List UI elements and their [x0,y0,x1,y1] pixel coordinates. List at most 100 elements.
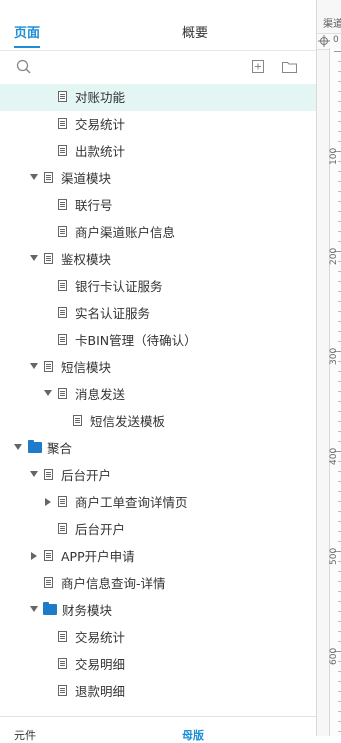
tab-outline-label: 概要 [182,26,209,41]
canvas-ruler: 渠道 0 100 200 300 400 500 600 [317,0,341,736]
tree-item[interactable]: 商户渠道账户信息 [0,219,316,246]
ruler-origin: 0 [333,35,339,45]
tree-item[interactable]: 聚合 [0,435,316,462]
tree-item[interactable]: 对账功能 [0,84,316,111]
tree-item[interactable]: 卡BIN管理（待确认） [0,327,316,354]
tree-item-label: 出款统计 [75,144,126,159]
tree-item-label: 短信模块 [61,360,112,375]
tree-item-label: 消息发送 [75,387,126,402]
collapse-arrow-icon[interactable] [14,444,22,450]
tree-item[interactable]: 财务模块 [0,597,316,624]
tree-item-label: 实名认证服务 [75,306,151,321]
tree-item-label: 交易统计 [75,630,126,645]
ruler-number: 500 [329,547,339,565]
canvas-tab-title[interactable]: 渠道 [317,15,341,32]
tree-item[interactable]: APP开户申请 [0,543,316,570]
expand-arrow-icon[interactable] [31,552,37,560]
tree-item[interactable]: 交易统计 [0,624,316,651]
widgets-tab[interactable]: 元件 [14,727,36,743]
tree-item[interactable]: 出款统计 [0,138,316,165]
page-icon [58,226,67,237]
tree-item[interactable]: 渠道模块 [0,165,316,192]
tree-item[interactable]: 后台开户 [0,516,316,543]
page-icon [58,307,67,318]
page-icon [58,658,67,669]
tree-item-label: APP开户申请 [61,549,135,564]
masters-tab[interactable]: 母版 [182,727,204,743]
tree-item-label: 鉴权模块 [61,252,112,267]
tree-item[interactable]: 鉴权模块 [0,246,316,273]
collapse-arrow-icon[interactable] [30,606,38,612]
tree-item-label: 对账功能 [75,90,126,105]
page-icon [58,199,67,210]
tree-item[interactable]: 交易统计 [0,111,316,138]
collapse-arrow-icon[interactable] [30,255,38,261]
bottom-tabs: 元件 母版 [0,716,316,742]
page-icon [44,550,53,561]
page-icon [44,577,53,588]
tree-item[interactable]: 银行卡认证服务 [0,273,316,300]
tree-item-label: 交易明细 [75,657,126,672]
tree-item-label: 商户渠道账户信息 [75,225,176,240]
ruler-number: 600 [329,647,339,665]
page-icon [58,631,67,642]
page-icon [58,91,67,102]
tree-item-label: 卡BIN管理（待确认） [75,333,197,348]
page-icon [58,523,67,534]
tree-item[interactable]: 交易明细 [0,651,316,678]
page-icon [73,415,82,426]
tree-item[interactable]: 商户信息查询-详情 [0,570,316,597]
tree-item[interactable]: 消息发送 [0,381,316,408]
pages-panel: 页面 概要 对账功能 交易统计 出款统计 渠道模块 联行号 商户渠道账户信息 鉴权模块 银行卡… [0,0,316,742]
page-icon [58,334,67,345]
page-icon [58,685,67,696]
tree-item-label: 短信发送模板 [90,414,166,429]
collapse-arrow-icon[interactable] [30,471,38,477]
page-icon [58,118,67,129]
tree-item[interactable]: 商户工单查询详情页 [0,489,316,516]
tab-pages[interactable]: 页面 [14,22,41,48]
tree-item[interactable]: 联行号 [0,192,316,219]
ruler-number: 400 [329,447,339,465]
tree-item-label: 后台开户 [75,522,126,537]
folder-icon [28,440,42,453]
collapse-arrow-icon[interactable] [44,390,52,396]
folder-icon [43,602,57,615]
search-icon[interactable] [16,59,32,78]
page-icon [58,388,67,399]
collapse-arrow-icon[interactable] [30,363,38,369]
tree-item-label: 商户工单查询详情页 [75,495,188,510]
tree-item[interactable]: 实名认证服务 [0,300,316,327]
tree-item[interactable]: 后台开户 [0,462,316,489]
tree-item-label: 后台开户 [61,468,112,483]
tree-item-label: 商户信息查询-详情 [61,576,166,591]
tree-item-label: 渠道模块 [61,171,112,186]
tree-item-label: 退款明细 [75,684,126,699]
ruler-number: 200 [329,247,339,265]
tree-item-label: 聚合 [47,441,73,456]
page-icon [58,496,67,507]
page-icon [58,145,67,156]
vertical-ruler: 100 200 300 400 500 600 [329,48,341,736]
page-icon [44,361,53,372]
expand-arrow-icon[interactable] [45,498,51,506]
tree-item[interactable]: 退款明细 [0,678,316,705]
tree-item-label: 交易统计 [75,117,126,132]
ruler-number: 100 [329,147,339,165]
add-page-icon[interactable] [252,60,265,77]
page-icon [44,172,53,183]
tab-pages-label: 页面 [14,26,41,41]
ruler-tick [334,51,341,52]
tree-item[interactable]: 短信模块 [0,354,316,381]
tab-outline[interactable]: 概要 [182,22,208,46]
ruler-number: 300 [329,347,339,365]
page-icon [44,253,53,264]
collapse-arrow-icon[interactable] [30,174,38,180]
add-folder-icon[interactable] [282,60,298,77]
tab-active-underline [14,46,40,48]
tree-item[interactable]: 短信发送模板 [0,408,316,435]
tree-item-label: 银行卡认证服务 [75,279,163,294]
page-icon [44,469,53,480]
pages-toolbar [0,50,316,85]
tree-item-label: 联行号 [75,198,113,213]
